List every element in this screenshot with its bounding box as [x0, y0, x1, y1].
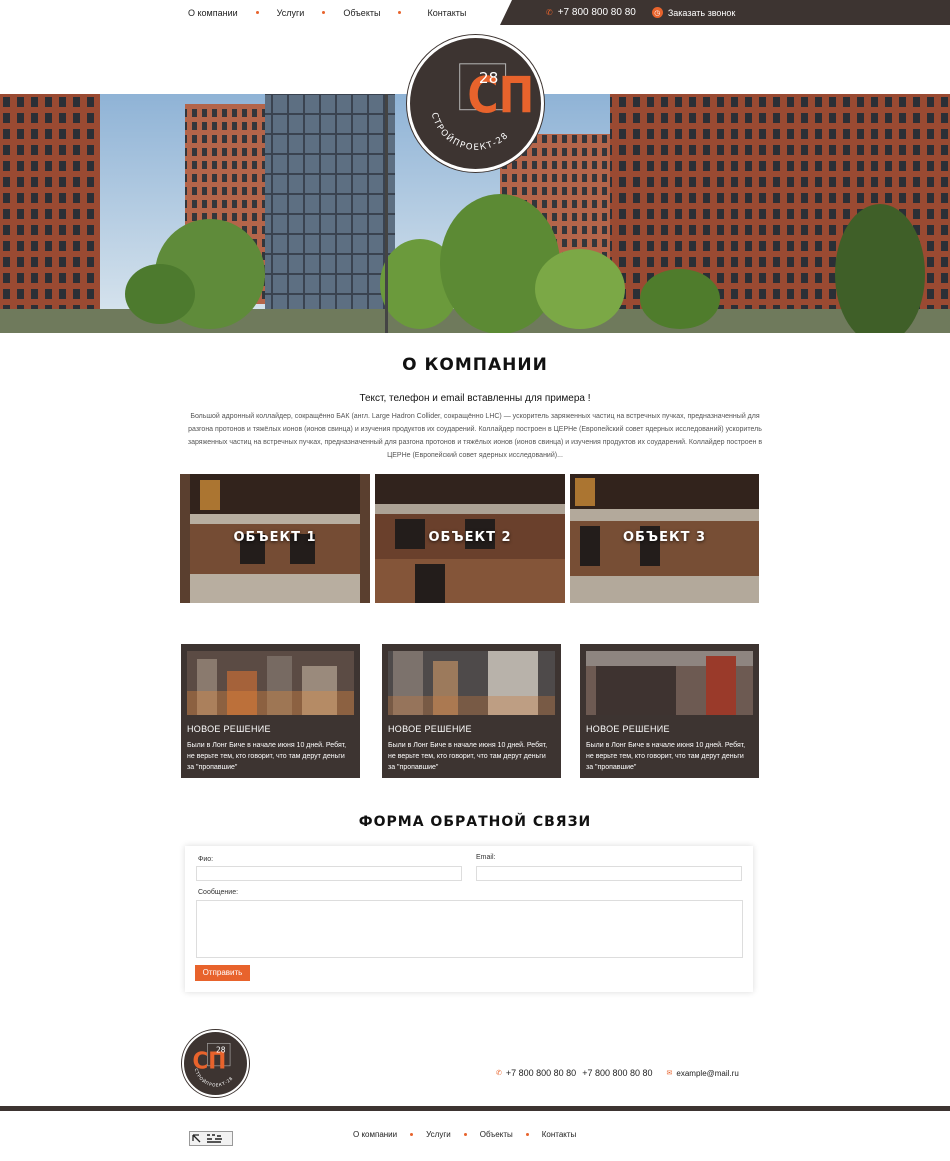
news-card-3[interactable]: НОВОЕ РЕШЕНИЕ Были в Лонг Биче в начале … — [580, 644, 759, 778]
news-card-title: НОВОЕ РЕШЕНИЕ — [187, 724, 271, 734]
header-contact-bar: ✆ +7 800 800 80 80 ◷ Заказать звонок — [500, 0, 950, 25]
clock-icon: ◷ — [651, 7, 663, 18]
footer-divider — [0, 1106, 950, 1111]
logo-number: 28 — [479, 69, 498, 87]
phone-icon: ✆ — [496, 1070, 502, 1077]
footer-logo-number: 28 — [216, 1046, 226, 1055]
feedback-form: Фио: Email: Сообщение: Отправить — [185, 846, 753, 992]
message-textarea[interactable] — [196, 900, 743, 958]
object-label-2: ОБЪЕКТ 2 — [428, 530, 512, 545]
callback-label: Заказать звонок — [667, 7, 736, 18]
form-title: ФОРМА ОБРАТНОЙ СВЯЗИ — [358, 814, 592, 830]
news-card-image — [388, 651, 555, 715]
object-tile-2[interactable]: ОБЪЕКТ 2 — [375, 474, 565, 603]
logo-letter-c: СП — [467, 67, 534, 125]
news-card-1[interactable]: НОВОЕ РЕШЕНИЕ Были в Лонг Биче в начале … — [181, 644, 360, 778]
footer-nav-contacts[interactable]: Контакты — [529, 1130, 590, 1139]
site-logo[interactable]: СП 28 СТРОЙПРОЕКТ-28 — [407, 35, 544, 172]
news-card-image — [187, 651, 354, 715]
name-input[interactable] — [196, 866, 462, 881]
news-card-text: Были в Лонг Биче в начале июня 10 дней. … — [388, 742, 548, 771]
nav-link-contacts[interactable]: Контакты — [409, 8, 484, 18]
footer-logo[interactable]: СП 28 СТРОЙПРОЕКТ-28 — [182, 1030, 249, 1097]
email-input[interactable] — [476, 866, 742, 881]
footer-email[interactable]: example@mail.ru — [676, 1069, 738, 1078]
news-card-2[interactable]: НОВОЕ РЕШЕНИЕ Были в Лонг Биче в начале … — [382, 644, 561, 778]
footer-nav-objects[interactable]: Объекты — [467, 1130, 526, 1139]
news-card-title: НОВОЕ РЕШЕНИЕ — [388, 724, 472, 734]
email-label: Email: — [476, 854, 496, 861]
footer-phone-1[interactable]: +7 800 800 80 80 — [506, 1068, 576, 1078]
about-subtitle: Текст, телефон и email вставленны для пр… — [359, 393, 591, 404]
nav-link-objects[interactable]: Объекты — [325, 8, 398, 18]
footer-contacts: ✆ +7 800 800 80 80 +7 800 800 80 80 ✉ ex… — [496, 1068, 739, 1078]
object-label-3: ОБЪЕКТ 3 — [622, 530, 707, 545]
submit-button[interactable]: Отправить — [195, 965, 250, 981]
about-title: О КОМПАНИИ — [402, 355, 548, 375]
name-label: Фио: — [198, 856, 214, 863]
object-label-1: ОБЪЕКТ 1 — [233, 530, 317, 545]
header-phone-number: +7 800 800 80 80 — [557, 7, 636, 18]
footer-phone-2[interactable]: +7 800 800 80 80 — [582, 1068, 652, 1078]
message-label: Сообщение: — [198, 889, 239, 896]
counter-badge[interactable] — [189, 1131, 233, 1146]
callback-button[interactable]: ◷ Заказать звонок — [651, 7, 736, 18]
top-nav: О компании Услуги Объекты Контакты — [170, 0, 484, 25]
nav-link-about[interactable]: О компании — [170, 8, 256, 18]
about-text: Большой адронный коллайдер, сокращённо Б… — [187, 413, 763, 459]
news-card-text: Были в Лонг Биче в начале июня 10 дней. … — [586, 742, 746, 771]
mail-icon: ✉ — [666, 1070, 673, 1077]
object-tile-3[interactable]: ОБЪЕКТ 3 — [570, 474, 759, 603]
object-tile-1[interactable]: ОБЪЕКТ 1 — [180, 474, 370, 603]
phone-icon: ✆ — [546, 8, 553, 17]
nav-link-services[interactable]: Услуги — [259, 8, 323, 18]
footer-nav-services[interactable]: Услуги — [413, 1130, 464, 1139]
news-card-text: Были в Лонг Биче в начале июня 10 дней. … — [187, 742, 347, 771]
footer-nav: О компании Услуги Объекты Контакты — [340, 1130, 589, 1139]
news-card-image — [586, 651, 753, 715]
footer-nav-about[interactable]: О компании — [340, 1130, 410, 1139]
nav-separator — [398, 11, 402, 14]
news-card-title: НОВОЕ РЕШЕНИЕ — [586, 724, 670, 734]
header-phone[interactable]: ✆ +7 800 800 80 80 — [546, 7, 636, 18]
